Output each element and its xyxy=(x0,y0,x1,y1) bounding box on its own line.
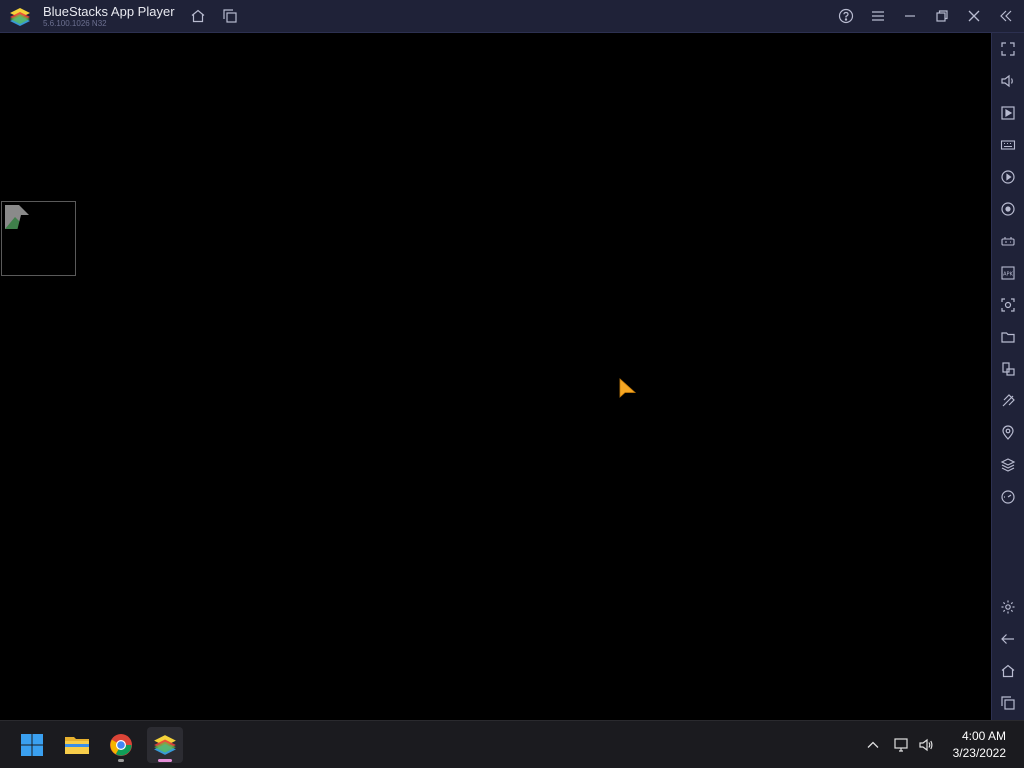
windows-taskbar: 4:00 AM 3/23/2022 xyxy=(0,720,1024,768)
running-indicator xyxy=(118,759,124,762)
location-icon[interactable] xyxy=(998,423,1018,443)
collapse-sidebar-icon[interactable] xyxy=(996,6,1016,26)
bluestacks-window: BlueStacks App Player 5.6.100.1026 N32 A… xyxy=(0,0,1024,720)
install-apk-icon[interactable]: APK xyxy=(998,263,1018,283)
android-home-icon[interactable] xyxy=(998,661,1018,681)
network-icon[interactable] xyxy=(891,735,911,755)
recent-apps-icon[interactable] xyxy=(998,693,1018,713)
folder-icon[interactable] xyxy=(998,327,1018,347)
clock-time: 4:00 AM xyxy=(961,729,1006,743)
volume-icon[interactable] xyxy=(998,71,1018,91)
windows-start-icon[interactable] xyxy=(14,727,50,763)
clock-date: 3/23/2022 xyxy=(952,746,1006,760)
back-icon[interactable] xyxy=(998,629,1018,649)
bluestacks-icon[interactable] xyxy=(147,727,183,763)
version-label: 5.6.100.1026 N32 xyxy=(43,19,107,28)
svg-text:APK: APK xyxy=(1003,272,1013,278)
chrome-icon[interactable] xyxy=(103,727,139,763)
android-screen[interactable] xyxy=(0,33,991,720)
keyboard-icon[interactable] xyxy=(998,135,1018,155)
settings-icon[interactable] xyxy=(998,597,1018,617)
window-title: BlueStacks App Player xyxy=(43,4,175,19)
broken-image-thumbnail[interactable] xyxy=(1,201,76,276)
help-icon[interactable] xyxy=(836,6,856,26)
screenshot-icon[interactable] xyxy=(998,295,1018,315)
mouse-cursor-icon xyxy=(619,378,637,398)
multi-instance-sidebar-icon[interactable] xyxy=(998,359,1018,379)
system-clock[interactable]: 4:00 AM 3/23/2022 xyxy=(953,728,1006,762)
bluestacks-logo-icon xyxy=(10,8,30,26)
active-indicator xyxy=(158,759,172,762)
chevron-up-icon[interactable] xyxy=(863,735,883,755)
right-sidebar: APK xyxy=(991,33,1024,720)
fullscreen-icon[interactable] xyxy=(998,39,1018,59)
rotate-icon[interactable] xyxy=(998,199,1018,219)
title-bar: BlueStacks App Player 5.6.100.1026 N32 xyxy=(0,0,1024,33)
layers-icon[interactable] xyxy=(998,455,1018,475)
restore-icon[interactable] xyxy=(932,6,952,26)
home-icon[interactable] xyxy=(188,6,208,26)
macro-icon[interactable] xyxy=(998,167,1018,187)
media-manager-icon[interactable] xyxy=(998,103,1018,123)
broken-image-icon xyxy=(5,205,31,231)
multi-instance-icon[interactable] xyxy=(220,6,240,26)
volume-tray-icon[interactable] xyxy=(916,735,936,755)
close-icon[interactable] xyxy=(964,6,984,26)
eco-mode-icon[interactable] xyxy=(998,391,1018,411)
gamepad-icon[interactable] xyxy=(998,231,1018,251)
menu-icon[interactable] xyxy=(868,6,888,26)
minimize-icon[interactable] xyxy=(900,6,920,26)
file-explorer-icon[interactable] xyxy=(59,727,95,763)
performance-icon[interactable] xyxy=(998,487,1018,507)
